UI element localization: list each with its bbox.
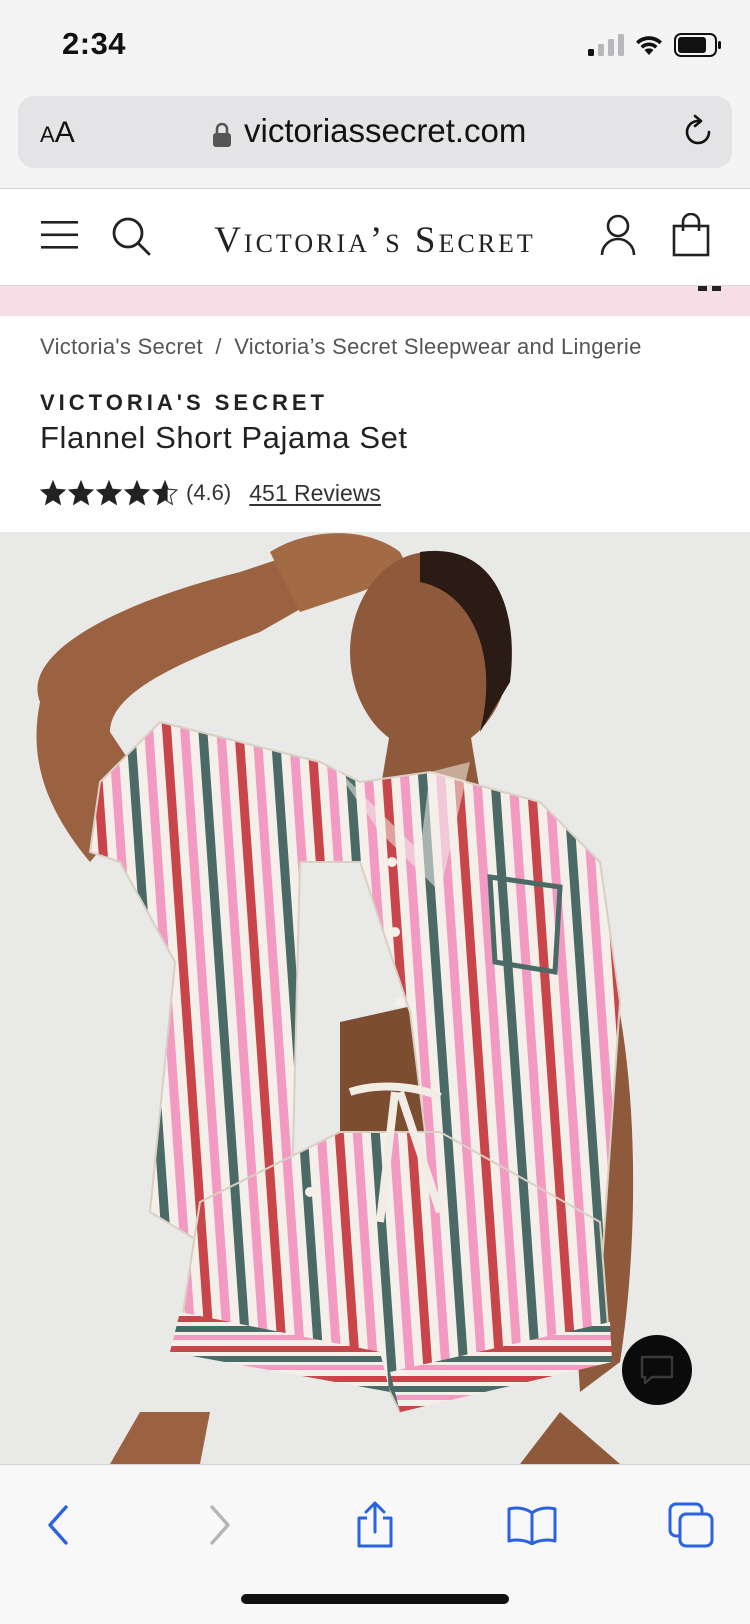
product-image[interactable] [0, 532, 750, 1464]
star-icon [152, 480, 178, 506]
star-icon [124, 480, 150, 506]
promo-banner[interactable] [0, 286, 750, 316]
share-icon [357, 1501, 393, 1548]
user-icon[interactable] [600, 213, 636, 257]
star-icon [68, 480, 94, 506]
bookmarks-button[interactable] [502, 1495, 562, 1555]
reload-icon[interactable] [680, 114, 716, 150]
rating-value: (4.6) [186, 480, 232, 505]
back-button[interactable] [28, 1495, 88, 1555]
breadcrumb: Victoria's Secret / Victoria’s Secret Sl… [40, 334, 672, 360]
site-logo[interactable]: Victoria’s Secret [0, 219, 750, 262]
status-icons [588, 30, 722, 60]
tabs-button[interactable] [662, 1495, 722, 1555]
star-icon [40, 480, 66, 506]
rating-stars [40, 480, 178, 506]
status-bar: 2:34 [0, 0, 750, 92]
home-indicator[interactable] [241, 1594, 509, 1604]
star-icon [96, 480, 122, 506]
address-bar[interactable]: AA victoriassecret.com [18, 96, 732, 168]
rating-row: (4.6) 451 Reviews [40, 478, 381, 508]
shopping-bag-icon[interactable] [672, 213, 710, 257]
breadcrumb-item-home[interactable]: Victoria's Secret [40, 334, 203, 359]
breadcrumb-separator: / [215, 334, 222, 359]
browser-address-area: AA victoriassecret.com [0, 92, 750, 189]
share-button[interactable] [345, 1495, 405, 1555]
product-title: Flannel Short Pajama Set [40, 420, 408, 455]
wifi-icon [636, 36, 662, 55]
status-time: 2:34 [62, 26, 127, 61]
tabs-icon [668, 1502, 714, 1548]
site-header: Victoria’s Secret [0, 189, 750, 286]
reviews-link[interactable]: 451 Reviews [249, 480, 381, 507]
model-photo [0, 532, 750, 1464]
book-icon [507, 1506, 557, 1545]
chat-icon [640, 1355, 674, 1385]
battery-icon [674, 33, 721, 57]
product-brand: VICTORIA'S SECRET [40, 390, 328, 415]
lock-icon [213, 122, 231, 147]
chevron-right-icon [210, 1505, 230, 1545]
text-size-button[interactable]: AA [40, 116, 75, 150]
banner-dots [698, 286, 721, 291]
signal-icon [588, 34, 624, 56]
chevron-left-icon [48, 1505, 68, 1545]
forward-button[interactable] [190, 1495, 250, 1555]
breadcrumb-item-category[interactable]: Victoria’s Secret Sleepwear and Lingerie [234, 334, 641, 359]
chat-button[interactable] [622, 1335, 692, 1405]
url-text[interactable]: victoriassecret.com [244, 112, 526, 150]
